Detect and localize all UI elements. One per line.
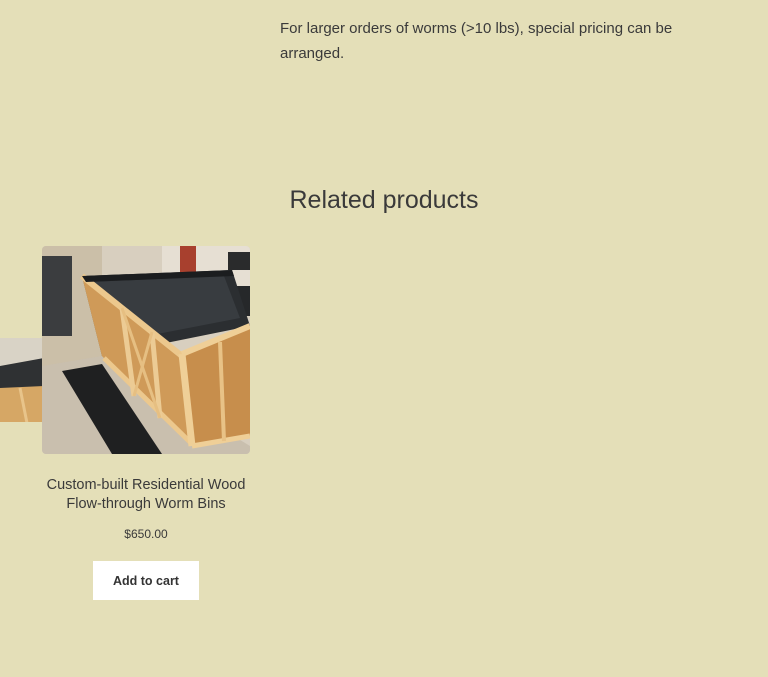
product-name-link[interactable]: Custom-built Residential Wood Flow-throu… xyxy=(36,476,256,514)
product-description: For larger orders of worms (>10 lbs), sp… xyxy=(280,20,673,62)
page: For larger orders of worms (>10 lbs), sp… xyxy=(0,0,768,677)
product-price: $650.00 xyxy=(124,527,168,541)
product-image[interactable] xyxy=(42,246,250,454)
worm-bin-image xyxy=(42,246,250,454)
worm-bin-thumbnail-image xyxy=(0,338,44,428)
gallery-thumbnail-peek[interactable] xyxy=(0,338,44,428)
related-products-heading: Related products xyxy=(289,186,479,214)
add-to-cart-button[interactable]: Add to cart xyxy=(93,561,199,600)
